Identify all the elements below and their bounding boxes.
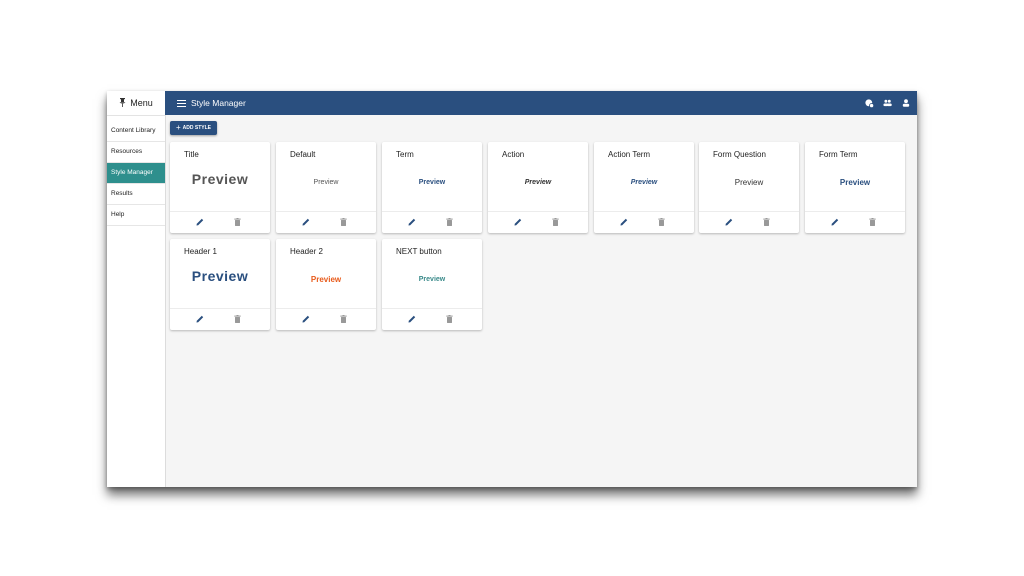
card-actions <box>276 211 376 233</box>
card-actions <box>276 308 376 330</box>
edit-pencil-icon[interactable] <box>408 315 416 323</box>
card-title: Term <box>396 150 414 159</box>
page-title: Style Manager <box>191 98 246 108</box>
card-preview: Preview <box>313 179 339 186</box>
edit-pencil-icon[interactable] <box>408 218 416 226</box>
card-actions <box>488 211 588 233</box>
add-style-button[interactable]: + ADD STYLE <box>170 121 218 135</box>
delete-trash-icon[interactable] <box>234 218 241 226</box>
edit-pencil-icon[interactable] <box>831 218 839 226</box>
menu-label: Menu <box>130 98 153 108</box>
edit-pencil-icon[interactable] <box>725 218 733 226</box>
users-icon[interactable] <box>883 99 892 108</box>
pin-icon[interactable] <box>119 97 126 109</box>
delete-trash-icon[interactable] <box>658 218 665 226</box>
card-title: Form Term <box>819 150 858 159</box>
card-title: NEXT button <box>396 247 442 256</box>
card-preview: Preview <box>734 178 764 187</box>
account-icon[interactable] <box>901 99 910 108</box>
card-preview: Preview <box>630 179 658 186</box>
style-card-form-question[interactable]: Form Question Preview <box>699 142 799 233</box>
style-card-action-term[interactable]: Action Term Preview <box>594 142 694 233</box>
card-preview: Preview <box>418 276 446 283</box>
delete-trash-icon[interactable] <box>446 315 453 323</box>
sidebar-item-help[interactable]: Help <box>107 205 165 226</box>
delete-trash-icon[interactable] <box>763 218 770 226</box>
main-content: + ADD STYLE Title Preview Default Previe… <box>165 115 917 487</box>
card-actions <box>170 211 270 233</box>
plus-icon: + <box>176 123 181 132</box>
edit-pencil-icon[interactable] <box>196 315 204 323</box>
delete-trash-icon[interactable] <box>234 315 241 323</box>
card-title: Header 2 <box>290 247 323 256</box>
card-preview: Preview <box>524 179 552 186</box>
card-actions <box>382 211 482 233</box>
edit-pencil-icon[interactable] <box>514 218 522 226</box>
card-actions <box>805 211 905 233</box>
card-preview: Preview <box>839 178 871 187</box>
sidebar: Menu Content Library Resources Style Man… <box>107 91 166 487</box>
edit-pencil-icon[interactable] <box>620 218 628 226</box>
edit-pencil-icon[interactable] <box>302 315 310 323</box>
card-preview: Preview <box>418 179 446 186</box>
top-bar: Style Manager <box>165 91 917 115</box>
delete-trash-icon[interactable] <box>340 218 347 226</box>
card-actions <box>699 211 799 233</box>
help-chat-icon[interactable] <box>865 98 874 108</box>
menu-header[interactable]: Menu <box>107 91 165 116</box>
card-title: Default <box>290 150 316 159</box>
card-actions <box>382 308 482 330</box>
sidebar-item-results[interactable]: Results <box>107 184 165 205</box>
delete-trash-icon[interactable] <box>446 218 453 226</box>
style-card-title[interactable]: Title Preview <box>170 142 270 233</box>
style-card-header-2[interactable]: Header 2 Preview <box>276 239 376 330</box>
add-style-label: ADD STYLE <box>182 125 212 131</box>
sidebar-item-content-library[interactable]: Content Library <box>107 121 165 142</box>
delete-trash-icon[interactable] <box>552 218 559 226</box>
card-actions <box>170 308 270 330</box>
edit-pencil-icon[interactable] <box>302 218 310 226</box>
app-window: Menu Content Library Resources Style Man… <box>107 91 917 487</box>
style-card-next-button[interactable]: NEXT button Preview <box>382 239 482 330</box>
card-title: Action <box>502 150 525 159</box>
card-title: Form Question <box>713 150 766 159</box>
style-card-action[interactable]: Action Preview <box>488 142 588 233</box>
style-card-header-1[interactable]: Header 1 Preview <box>170 239 270 330</box>
delete-trash-icon[interactable] <box>869 218 876 226</box>
style-card-form-term[interactable]: Form Term Preview <box>805 142 905 233</box>
style-card-term[interactable]: Term Preview <box>382 142 482 233</box>
edit-pencil-icon[interactable] <box>196 218 204 226</box>
card-title: Action Term <box>608 150 651 159</box>
card-title: Title <box>184 150 199 159</box>
style-card-default[interactable]: Default Preview <box>276 142 376 233</box>
sidebar-item-style-manager[interactable]: Style Manager <box>107 163 165 184</box>
card-actions <box>594 211 694 233</box>
hamburger-menu-icon[interactable] <box>177 99 186 107</box>
sidebar-item-resources[interactable]: Resources <box>107 142 165 163</box>
delete-trash-icon[interactable] <box>340 315 347 323</box>
card-preview: Preview <box>191 268 249 284</box>
card-preview: Preview <box>191 171 249 187</box>
card-title: Header 1 <box>184 247 217 256</box>
card-preview: Preview <box>310 275 342 284</box>
